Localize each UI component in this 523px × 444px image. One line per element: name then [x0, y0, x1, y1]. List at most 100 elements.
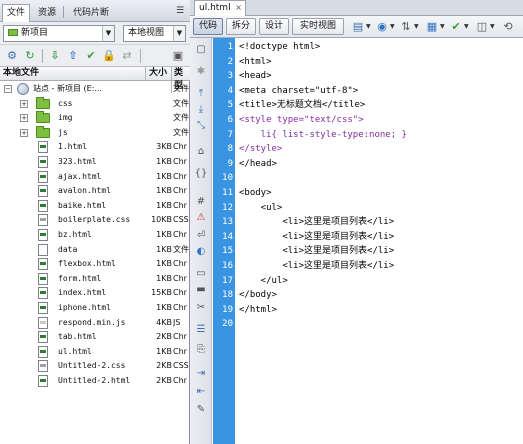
- file-name: flexbox.html: [58, 259, 116, 269]
- file-name: ul.html: [58, 346, 92, 356]
- visual-aids-icon[interactable]: ◫: [474, 19, 490, 35]
- expand-icon[interactable]: +: [20, 114, 28, 123]
- code-line[interactable]: <body>: [239, 186, 272, 200]
- site-select[interactable]: 新项目 ▼: [3, 25, 115, 42]
- file-list-header: 本地文件 大小 类型: [0, 67, 190, 93]
- design-view-button[interactable]: 设计: [259, 18, 289, 35]
- move-css-icon[interactable]: ⎘: [193, 342, 209, 358]
- code-line[interactable]: li{ list-style-type:none; }: [239, 128, 407, 142]
- file-row[interactable]: ajax.html 1KB Chr: [0, 170, 190, 184]
- tab-snippets[interactable]: 代码片断: [65, 4, 117, 22]
- refresh-icon[interactable]: ↻: [22, 48, 38, 64]
- code-line[interactable]: <li>这里是项目列表</li>: [239, 244, 394, 258]
- folder-name: css: [58, 98, 73, 108]
- document-tab[interactable]: ul.html ×: [194, 0, 246, 16]
- panel-menu-icon[interactable]: ☰: [174, 5, 186, 17]
- line-number: 20: [222, 319, 233, 330]
- file-row[interactable]: respond.min.js 4KB JS: [0, 316, 190, 330]
- outdent-icon[interactable]: ⇤: [193, 384, 209, 400]
- syntax-coloring-icon[interactable]: ◐: [193, 244, 209, 260]
- file-management-icon[interactable]: ⇅: [398, 19, 414, 35]
- file-row[interactable]: boilerplate.css 10KB CSS: [0, 213, 190, 227]
- file-row[interactable]: 1.html 3KB Chr: [0, 140, 190, 154]
- split-view-button[interactable]: 拆分: [226, 18, 256, 35]
- code-line[interactable]: </style>: [239, 142, 282, 156]
- expand-icon[interactable]: +: [20, 128, 28, 137]
- code-line[interactable]: </ul>: [239, 274, 288, 288]
- check-page-icon[interactable]: ✔: [448, 19, 464, 35]
- code-line[interactable]: <li>这里是项目列表</li>: [239, 230, 394, 244]
- indent-icon[interactable]: ⇥: [193, 366, 209, 382]
- format-source-icon[interactable]: ✎: [193, 402, 209, 418]
- line-numbers-icon[interactable]: #: [193, 194, 209, 210]
- collapse-icon[interactable]: −: [4, 85, 12, 93]
- column-size[interactable]: 大小: [145, 67, 167, 80]
- code-line[interactable]: </html>: [239, 303, 277, 317]
- code-line[interactable]: <meta charset="utf-8">: [239, 84, 358, 98]
- file-row[interactable]: avalon.html 1KB Chr: [0, 184, 190, 198]
- tab-files[interactable]: 文件: [2, 4, 30, 22]
- collapse-selection-icon[interactable]: ⤓: [193, 102, 209, 118]
- code-line[interactable]: <li>这里是项目列表</li>: [239, 215, 394, 229]
- connect-icon[interactable]: ⚙: [4, 48, 20, 64]
- code-line[interactable]: <ul>: [239, 201, 283, 215]
- remove-comment-icon[interactable]: ▬: [193, 282, 209, 298]
- multiscreen-icon[interactable]: ▤: [350, 19, 366, 35]
- get-file-icon[interactable]: ⇩: [47, 48, 63, 64]
- code-line[interactable]: <!doctype html>: [239, 40, 320, 54]
- expand-icon[interactable]: ▣: [170, 48, 186, 64]
- code-line[interactable]: <style type="text/css">: [239, 113, 364, 127]
- tab-assets[interactable]: 资源: [33, 4, 61, 22]
- file-row[interactable]: form.html 1KB Chr: [0, 272, 190, 286]
- column-local-files[interactable]: 本地文件: [3, 67, 39, 80]
- file-row[interactable]: 323.html 1KB Chr: [0, 155, 190, 169]
- wrap-tag-icon[interactable]: ✂: [193, 300, 209, 316]
- expand-all-icon[interactable]: ⤡: [193, 118, 209, 134]
- put-file-icon[interactable]: ⇧: [65, 48, 81, 64]
- collapse-full-tag-icon[interactable]: ⤒: [193, 86, 209, 102]
- code-line[interactable]: <html>: [239, 55, 272, 69]
- file-row[interactable]: bz.html 1KB Chr: [0, 228, 190, 242]
- code-editor[interactable]: <!doctype html> <html> <head> <meta charset…: [235, 38, 523, 444]
- code-line[interactable]: <head>: [239, 69, 272, 83]
- word-wrap-icon[interactable]: ⏎: [193, 228, 209, 244]
- file-type: Chr: [173, 186, 187, 196]
- recent-snippets-icon[interactable]: ☰: [193, 322, 209, 338]
- open-documents-icon[interactable]: ▢: [193, 42, 209, 58]
- live-view-button[interactable]: 实时视图: [292, 18, 344, 35]
- page-title-icon[interactable]: ▦: [424, 19, 440, 35]
- refresh-icon[interactable]: ⟲: [500, 19, 516, 35]
- checkin-icon[interactable]: 🔒: [101, 48, 117, 64]
- file-size: 1KB: [156, 230, 172, 239]
- code-view-button[interactable]: 代码: [193, 18, 223, 35]
- balance-braces-icon[interactable]: {}: [193, 166, 209, 182]
- folder-row[interactable]: + img 文件: [0, 111, 190, 125]
- file-row[interactable]: data 1KB 文件: [0, 243, 190, 257]
- apply-comment-icon[interactable]: ▭: [193, 266, 209, 282]
- checkout-icon[interactable]: ✔: [83, 48, 99, 64]
- code-line[interactable]: <li>这里是项目列表</li>: [239, 259, 394, 273]
- show-code-navigator-icon[interactable]: ✱: [193, 64, 209, 80]
- file-row[interactable]: Untitled-2.css 2KB CSS: [0, 359, 190, 373]
- sync-icon[interactable]: ⇄: [119, 48, 135, 64]
- view-select[interactable]: 本地视图 ▼: [123, 25, 186, 42]
- file-row[interactable]: index.html 15KB Chr: [0, 286, 190, 300]
- expand-icon[interactable]: +: [20, 99, 28, 108]
- code-line[interactable]: <title>无标题文档</title>: [239, 98, 365, 112]
- select-parent-tag-icon[interactable]: ⌂: [193, 144, 209, 160]
- file-row[interactable]: iphone.html 1KB Chr: [0, 301, 190, 315]
- file-row[interactable]: ul.html 1KB Chr: [0, 345, 190, 359]
- close-icon[interactable]: ×: [235, 1, 242, 15]
- highlight-invalid-icon[interactable]: ⚠: [193, 210, 209, 226]
- document-tab-bar: ul.html ×: [190, 0, 523, 16]
- tree-root-row[interactable]: − 站点 - 新项目 (E:... 文件: [0, 82, 190, 96]
- file-row[interactable]: tab.html 2KB Chr: [0, 330, 190, 344]
- folder-row[interactable]: + css 文件: [0, 96, 190, 111]
- code-line[interactable]: </body>: [239, 288, 277, 302]
- folder-row[interactable]: + js 文件: [0, 125, 190, 140]
- file-row[interactable]: flexbox.html 1KB Chr: [0, 257, 190, 271]
- file-row[interactable]: Untitled-2.html 2KB Chr: [0, 374, 190, 388]
- code-line[interactable]: </head>: [239, 157, 277, 171]
- browser-preview-icon[interactable]: ◉: [374, 19, 390, 35]
- file-row[interactable]: baike.html 1KB Chr: [0, 199, 190, 213]
